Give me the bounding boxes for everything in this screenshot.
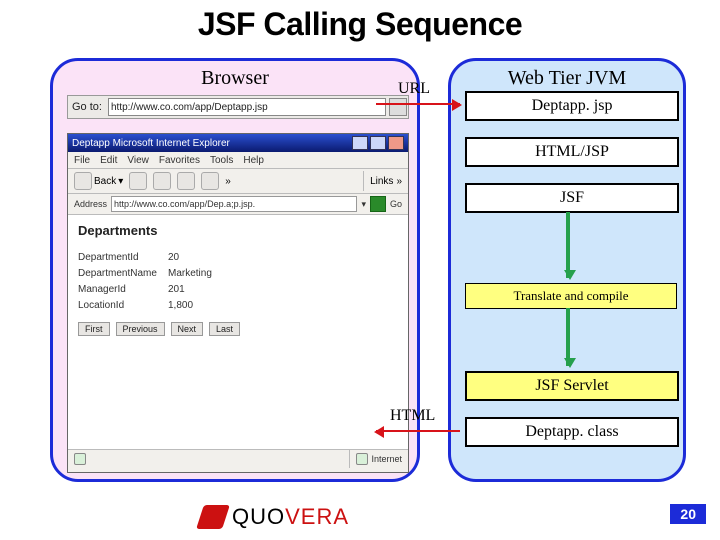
- field-row: DepartmentNameMarketing: [78, 266, 398, 282]
- field-key: DepartmentId: [78, 250, 168, 266]
- refresh-icon[interactable]: [177, 172, 195, 190]
- maximize-icon[interactable]: [370, 136, 386, 150]
- next-button[interactable]: Next: [171, 322, 204, 336]
- ie-menubar: File Edit View Favorites Tools Help: [68, 152, 408, 169]
- nav-row: First Previous Next Last: [78, 322, 398, 336]
- go-icon[interactable]: [370, 196, 386, 212]
- address-dropdown-icon[interactable]: ▾: [361, 199, 366, 210]
- ie-window: Deptapp Microsoft Internet Explorer File…: [67, 133, 409, 473]
- browser-heading: Browser: [53, 67, 417, 90]
- logo-text-a: QUO: [232, 504, 285, 529]
- web-tier-heading: Web Tier JVM: [451, 67, 683, 90]
- chevron-down-icon[interactable]: ▾: [118, 176, 123, 187]
- menu-help[interactable]: Help: [243, 155, 264, 166]
- stop-icon[interactable]: [153, 172, 171, 190]
- menu-favorites[interactable]: Favorites: [159, 155, 200, 166]
- menu-tools[interactable]: Tools: [210, 155, 233, 166]
- html-arrow-label: HTML: [390, 407, 435, 425]
- minimize-icon[interactable]: [352, 136, 368, 150]
- ie-title-text: Deptapp Microsoft Internet Explorer: [72, 138, 350, 149]
- home-icon[interactable]: [201, 172, 219, 190]
- deptapp-jsp-box: Deptapp. jsp: [465, 91, 679, 121]
- html-jsp-box: HTML/JSP: [465, 137, 679, 167]
- address-field[interactable]: http://www.co.com/app/Dep.a;p.jsp.: [111, 196, 357, 212]
- ie-titlebar: Deptapp Microsoft Internet Explorer: [68, 134, 408, 152]
- dropdown-icon[interactable]: [389, 98, 407, 116]
- url-arrow-label: URL: [398, 80, 430, 98]
- menu-view[interactable]: View: [127, 155, 149, 166]
- field-row: ManagerId201: [78, 282, 398, 298]
- ie-body: Departments DepartmentId20 DepartmentNam…: [68, 215, 408, 449]
- slide-number: 20: [670, 504, 706, 524]
- field-row: LocationId1,800: [78, 298, 398, 314]
- url-arrow: [376, 103, 460, 105]
- go-label[interactable]: Go: [390, 199, 402, 209]
- field-value: 20: [168, 250, 179, 266]
- goto-url-field[interactable]: http://www.co.com/app/Deptapp.jsp: [108, 98, 386, 116]
- browser-panel: Browser Go to: http://www.co.com/app/Dep…: [50, 58, 420, 482]
- quovera-logo: QUOVERA: [200, 504, 349, 530]
- back-label[interactable]: Back: [94, 176, 116, 187]
- field-key: LocationId: [78, 298, 168, 314]
- flow-arrow-1: [566, 212, 570, 278]
- jsf-servlet-box: JSF Servlet: [465, 371, 679, 401]
- ie-toolbar: Back ▾ » Links »: [68, 169, 408, 194]
- field-value: Marketing: [168, 266, 212, 282]
- goto-bar: Go to: http://www.co.com/app/Deptapp.jsp: [67, 95, 409, 119]
- field-row: DepartmentId20: [78, 250, 398, 266]
- jsf-box: JSF: [465, 183, 679, 213]
- footer: QUOVERA 20: [0, 494, 720, 540]
- deptapp-class-box: Deptapp. class: [465, 417, 679, 447]
- translate-compile-box: Translate and compile: [465, 283, 677, 309]
- html-arrow: [376, 430, 460, 432]
- first-button[interactable]: First: [78, 322, 110, 336]
- menu-edit[interactable]: Edit: [100, 155, 117, 166]
- goto-label: Go to:: [68, 101, 106, 113]
- slide-title: JSF Calling Sequence: [0, 6, 720, 43]
- previous-button[interactable]: Previous: [116, 322, 165, 336]
- ie-statusbar: Internet: [68, 449, 408, 468]
- links-label[interactable]: Links: [370, 176, 393, 187]
- last-button[interactable]: Last: [209, 322, 240, 336]
- ie-address-bar: Address http://www.co.com/app/Dep.a;p.js…: [68, 194, 408, 215]
- page-heading: Departments: [78, 223, 398, 238]
- back-icon[interactable]: [74, 172, 92, 190]
- forward-icon[interactable]: [129, 172, 147, 190]
- flow-arrow-2: [566, 308, 570, 366]
- field-value: 1,800: [168, 298, 193, 314]
- address-label: Address: [74, 199, 107, 209]
- field-key: ManagerId: [78, 282, 168, 298]
- menu-file[interactable]: File: [74, 155, 90, 166]
- logo-text-b: VERA: [285, 504, 349, 529]
- toolbar-overflow-icon[interactable]: »: [225, 176, 231, 187]
- close-icon[interactable]: [388, 136, 404, 150]
- field-key: DepartmentName: [78, 266, 168, 282]
- internet-zone-icon: [356, 453, 368, 465]
- ie-logo-icon: [74, 453, 86, 465]
- links-overflow-icon[interactable]: »: [396, 176, 402, 187]
- logo-mark-icon: [196, 505, 230, 529]
- status-internet: Internet: [371, 454, 402, 464]
- field-value: 201: [168, 282, 185, 298]
